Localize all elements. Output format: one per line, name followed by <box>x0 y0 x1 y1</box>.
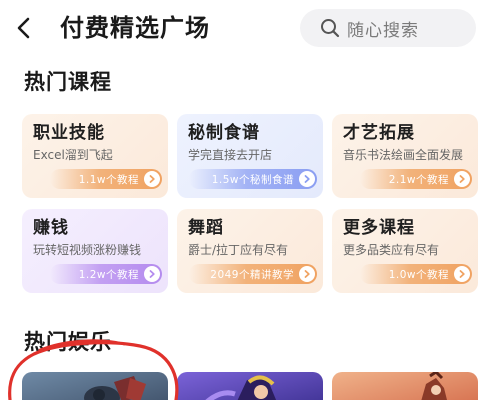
card-title: 赚钱 <box>33 218 69 238</box>
entertainment-thumbnail-2[interactable] <box>177 372 323 400</box>
section-title-hot-entertainment: 热门娱乐 <box>24 330 112 354</box>
course-card-career-skills[interactable]: 职业技能 Excel溜到飞起 1.1w个教程 <box>22 114 168 198</box>
top-bar: 付费精选广场 随心搜索 <box>0 0 500 56</box>
tutorial-count-badge: 2049个精讲教学 <box>189 264 317 284</box>
card-subtitle: 音乐书法绘画全面发展 <box>343 148 464 162</box>
badge-text: 2.1w个教程 <box>388 173 449 186</box>
game-artwork-image <box>332 372 478 400</box>
tutorial-count-badge: 2.1w个教程 <box>360 169 472 189</box>
arrow-right-icon <box>144 171 160 187</box>
search-icon <box>321 19 340 38</box>
game-artwork-image <box>177 372 323 400</box>
card-subtitle: 爵士/拉丁应有尽有 <box>188 243 289 257</box>
course-card-talent-expansion[interactable]: 才艺拓展 音乐书法绘画全面发展 2.1w个教程 <box>332 114 478 198</box>
course-card-secret-recipes[interactable]: 秘制食谱 学完直接去开店 1.5w个秘制食谱 <box>177 114 323 198</box>
badge-text: 1.1w个教程 <box>78 173 139 186</box>
badge-text: 1.2w个教程 <box>78 268 139 281</box>
card-subtitle: 更多品类应有尽有 <box>343 243 440 257</box>
entertainment-thumbnail-3[interactable] <box>332 372 478 400</box>
tutorial-count-badge: 1.5w个秘制食谱 <box>189 169 317 189</box>
arrow-right-icon <box>299 266 315 282</box>
card-title: 秘制食谱 <box>188 123 260 143</box>
badge-text: 2049个精讲教学 <box>210 268 294 281</box>
card-title: 职业技能 <box>33 123 105 143</box>
section-title-hot-courses: 热门课程 <box>24 70 112 94</box>
search-input[interactable]: 随心搜索 <box>300 9 476 47</box>
badge-text: 1.5w个秘制食谱 <box>211 173 294 186</box>
card-subtitle: Excel溜到飞起 <box>33 148 113 162</box>
card-title: 才艺拓展 <box>343 123 415 143</box>
card-title: 更多课程 <box>343 218 415 238</box>
course-card-dance[interactable]: 舞蹈 爵士/拉丁应有尽有 2049个精讲教学 <box>177 209 323 293</box>
arrow-right-icon <box>299 171 315 187</box>
tutorial-count-badge: 1.1w个教程 <box>50 169 162 189</box>
search-placeholder: 随心搜索 <box>347 20 419 41</box>
game-artwork-image <box>22 372 168 400</box>
card-title: 舞蹈 <box>188 218 224 238</box>
badge-text: 1.0w个教程 <box>388 268 449 281</box>
arrow-right-icon <box>454 171 470 187</box>
arrow-right-icon <box>144 266 160 282</box>
tutorial-count-badge: 1.2w个教程 <box>50 264 162 284</box>
back-button[interactable] <box>8 12 40 44</box>
course-card-make-money[interactable]: 赚钱 玩转短视频涨粉赚钱 1.2w个教程 <box>22 209 168 293</box>
entertainment-thumbnail-1[interactable] <box>22 372 168 400</box>
tutorial-count-badge: 1.0w个教程 <box>360 264 472 284</box>
chevron-left-icon <box>17 17 30 39</box>
card-subtitle: 玩转短视频涨粉赚钱 <box>33 243 142 257</box>
page-title: 付费精选广场 <box>60 14 210 42</box>
arrow-right-icon <box>454 266 470 282</box>
course-card-more-courses[interactable]: 更多课程 更多品类应有尽有 1.0w个教程 <box>332 209 478 293</box>
card-subtitle: 学完直接去开店 <box>188 148 273 162</box>
